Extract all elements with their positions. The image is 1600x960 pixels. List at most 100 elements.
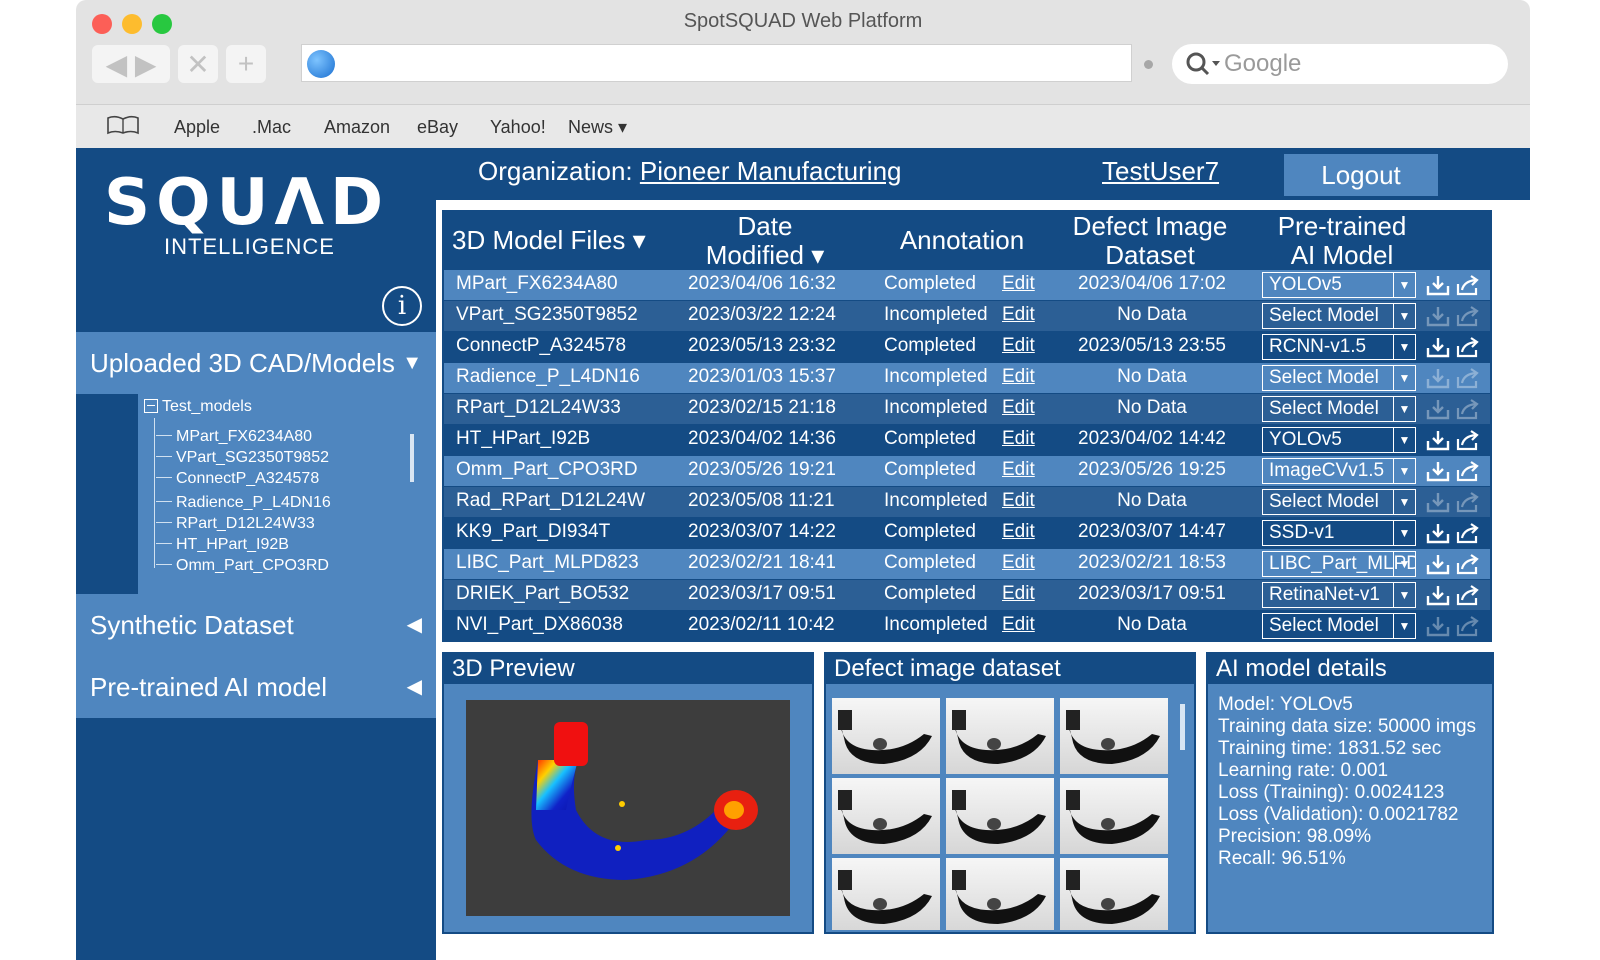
section-uploaded-models[interactable]: Uploaded 3D CAD/Models ▼ bbox=[76, 332, 436, 394]
edit-annotation-link[interactable]: Edit bbox=[1002, 335, 1035, 357]
defect-thumbnail[interactable] bbox=[1060, 778, 1168, 854]
model-3d-viewport[interactable] bbox=[466, 700, 790, 916]
bookmark-ebay[interactable]: eBay bbox=[417, 117, 458, 138]
model-select[interactable]: YOLOv5 ▼ bbox=[1262, 427, 1416, 453]
edit-annotation-link[interactable]: Edit bbox=[1002, 273, 1035, 295]
collapse-box-icon[interactable] bbox=[144, 399, 158, 413]
download-icon[interactable] bbox=[1426, 429, 1450, 451]
col-header-files[interactable]: 3D Model Files ▾ bbox=[452, 226, 646, 255]
bookmark-apple[interactable]: Apple bbox=[174, 117, 220, 138]
share-icon[interactable] bbox=[1456, 460, 1480, 482]
address-bar[interactable] bbox=[301, 44, 1132, 82]
stop-button[interactable]: ✕ bbox=[178, 45, 218, 83]
edit-annotation-link[interactable]: Edit bbox=[1002, 459, 1035, 481]
dropdown-arrow-icon[interactable]: ▼ bbox=[1393, 428, 1415, 452]
download-icon[interactable] bbox=[1426, 336, 1450, 358]
back-forward-buttons[interactable]: ◀ ▶ bbox=[92, 45, 170, 83]
model-select[interactable]: SSD-v1 ▼ bbox=[1262, 520, 1416, 546]
tree-folder-test-models[interactable]: Test_models bbox=[144, 398, 252, 416]
edit-annotation-link[interactable]: Edit bbox=[1002, 583, 1035, 605]
org-name-link[interactable]: Pioneer Manufacturing bbox=[640, 156, 902, 186]
edit-annotation-link[interactable]: Edit bbox=[1002, 521, 1035, 543]
defect-thumbnail[interactable] bbox=[946, 778, 1054, 854]
download-icon[interactable] bbox=[1426, 305, 1450, 327]
search-input[interactable]: Google bbox=[1172, 44, 1508, 84]
file-name[interactable]: Omm_Part_CPO3RD bbox=[456, 459, 638, 481]
file-name[interactable]: NVI_Part_DX86038 bbox=[456, 614, 623, 636]
share-icon[interactable] bbox=[1456, 367, 1480, 389]
defect-thumbnail[interactable] bbox=[946, 858, 1054, 930]
dropdown-arrow-icon[interactable]: ▼ bbox=[1393, 521, 1415, 545]
defect-thumbnail[interactable] bbox=[832, 778, 940, 854]
dropdown-arrow-icon[interactable]: ▼ bbox=[1393, 366, 1415, 390]
edit-annotation-link[interactable]: Edit bbox=[1002, 490, 1035, 512]
model-select[interactable]: RCNN-v1.5 ▼ bbox=[1262, 334, 1416, 360]
model-select[interactable]: LIBC_Part_MLPD823▼ bbox=[1262, 551, 1416, 577]
share-icon[interactable] bbox=[1456, 491, 1480, 513]
table-row[interactable]: KK9_Part_DI934T 2023/03/07 14:22 Completed… bbox=[444, 518, 1490, 548]
tree-item[interactable]: HT_HPart_I92B bbox=[156, 536, 289, 554]
tree-item[interactable]: Radience_P_L4DN16 bbox=[156, 494, 331, 512]
file-name[interactable]: Rad_RPart_D12L24W bbox=[456, 490, 645, 512]
section-pretrained-model[interactable]: Pre-trained AI model ◀ bbox=[76, 656, 436, 718]
table-row[interactable]: ConnectP_A324578 2023/05/13 23:32 Complete… bbox=[444, 332, 1490, 362]
table-row[interactable]: NVI_Part_DX86038 2023/02/11 10:42 Incomple… bbox=[444, 611, 1490, 641]
download-icon[interactable] bbox=[1426, 615, 1450, 637]
table-row[interactable]: MPart_FX6234A80 2023/04/06 16:32 Completed… bbox=[444, 270, 1490, 300]
edit-annotation-link[interactable]: Edit bbox=[1002, 552, 1035, 574]
file-name[interactable]: KK9_Part_DI934T bbox=[456, 521, 610, 543]
tree-item[interactable]: VPart_SG2350T9852 bbox=[156, 449, 329, 467]
download-icon[interactable] bbox=[1426, 522, 1450, 544]
dropdown-arrow-icon[interactable]: ▼ bbox=[1393, 614, 1415, 638]
dropdown-arrow-icon[interactable]: ▼ bbox=[1393, 552, 1415, 576]
table-row[interactable]: Rad_RPart_D12L24W 2023/05/08 11:21 Incompl… bbox=[444, 487, 1490, 517]
file-name[interactable]: VPart_SG2350T9852 bbox=[456, 304, 638, 326]
col-header-date[interactable]: Date Modified ▾ bbox=[690, 212, 840, 270]
table-row[interactable]: Radience_P_L4DN16 2023/01/03 15:37 Incompl… bbox=[444, 363, 1490, 393]
tree-scrollbar[interactable] bbox=[410, 434, 414, 482]
tree-item[interactable]: MPart_FX6234A80 bbox=[156, 428, 312, 446]
table-row[interactable]: RPart_D12L24W33 2023/02/15 21:18 Incomplet… bbox=[444, 394, 1490, 424]
file-name[interactable]: MPart_FX6234A80 bbox=[456, 273, 618, 295]
defect-thumbnail[interactable] bbox=[832, 858, 940, 930]
share-icon[interactable] bbox=[1456, 305, 1480, 327]
edit-annotation-link[interactable]: Edit bbox=[1002, 366, 1035, 388]
download-icon[interactable] bbox=[1426, 460, 1450, 482]
table-row[interactable]: HT_HPart_I92B 2023/04/02 14:36 Completed Ed… bbox=[444, 425, 1490, 455]
back-icon[interactable]: ◀ bbox=[106, 48, 128, 81]
defect-thumbnail[interactable] bbox=[946, 698, 1054, 774]
download-icon[interactable] bbox=[1426, 398, 1450, 420]
model-select[interactable]: Select Model ▼ bbox=[1262, 303, 1416, 329]
file-name[interactable]: DRIEK_Part_BO532 bbox=[456, 583, 629, 605]
defect-thumbnail[interactable] bbox=[1060, 698, 1168, 774]
defect-scrollbar[interactable] bbox=[1180, 704, 1185, 750]
model-select[interactable]: Select Model ▼ bbox=[1262, 489, 1416, 515]
file-name[interactable]: RPart_D12L24W33 bbox=[456, 397, 621, 419]
logout-button[interactable]: Logout bbox=[1284, 154, 1438, 196]
dropdown-arrow-icon[interactable]: ▼ bbox=[1393, 459, 1415, 483]
file-name[interactable]: HT_HPart_I92B bbox=[456, 428, 590, 450]
dropdown-arrow-icon[interactable]: ▼ bbox=[1393, 335, 1415, 359]
share-icon[interactable] bbox=[1456, 522, 1480, 544]
download-icon[interactable] bbox=[1426, 584, 1450, 606]
download-icon[interactable] bbox=[1426, 274, 1450, 296]
share-icon[interactable] bbox=[1456, 274, 1480, 296]
section-synthetic-dataset[interactable]: Synthetic Dataset ◀ bbox=[76, 594, 436, 656]
table-row[interactable]: Omm_Part_CPO3RD 2023/05/26 19:21 Completed… bbox=[444, 456, 1490, 486]
defect-thumbnail[interactable] bbox=[832, 698, 940, 774]
bookmark-mac[interactable]: .Mac bbox=[252, 117, 291, 138]
defect-thumbnail[interactable] bbox=[1060, 858, 1168, 930]
tree-item[interactable]: RPart_D12L24W33 bbox=[156, 515, 315, 533]
share-icon[interactable] bbox=[1456, 336, 1480, 358]
bookmark-yahoo[interactable]: Yahoo! bbox=[490, 117, 546, 138]
share-icon[interactable] bbox=[1456, 553, 1480, 575]
info-icon[interactable]: i bbox=[382, 286, 422, 326]
dropdown-arrow-icon[interactable]: ▼ bbox=[1393, 490, 1415, 514]
dropdown-arrow-icon[interactable]: ▼ bbox=[1393, 273, 1415, 297]
table-row[interactable]: DRIEK_Part_BO532 2023/03/17 09:51 Complete… bbox=[444, 580, 1490, 610]
bookmark-amazon[interactable]: Amazon bbox=[324, 117, 390, 138]
share-icon[interactable] bbox=[1456, 429, 1480, 451]
dropdown-arrow-icon[interactable]: ▼ bbox=[1393, 583, 1415, 607]
user-link[interactable]: TestUser7 bbox=[1102, 156, 1219, 187]
model-select[interactable]: Select Model ▼ bbox=[1262, 613, 1416, 639]
